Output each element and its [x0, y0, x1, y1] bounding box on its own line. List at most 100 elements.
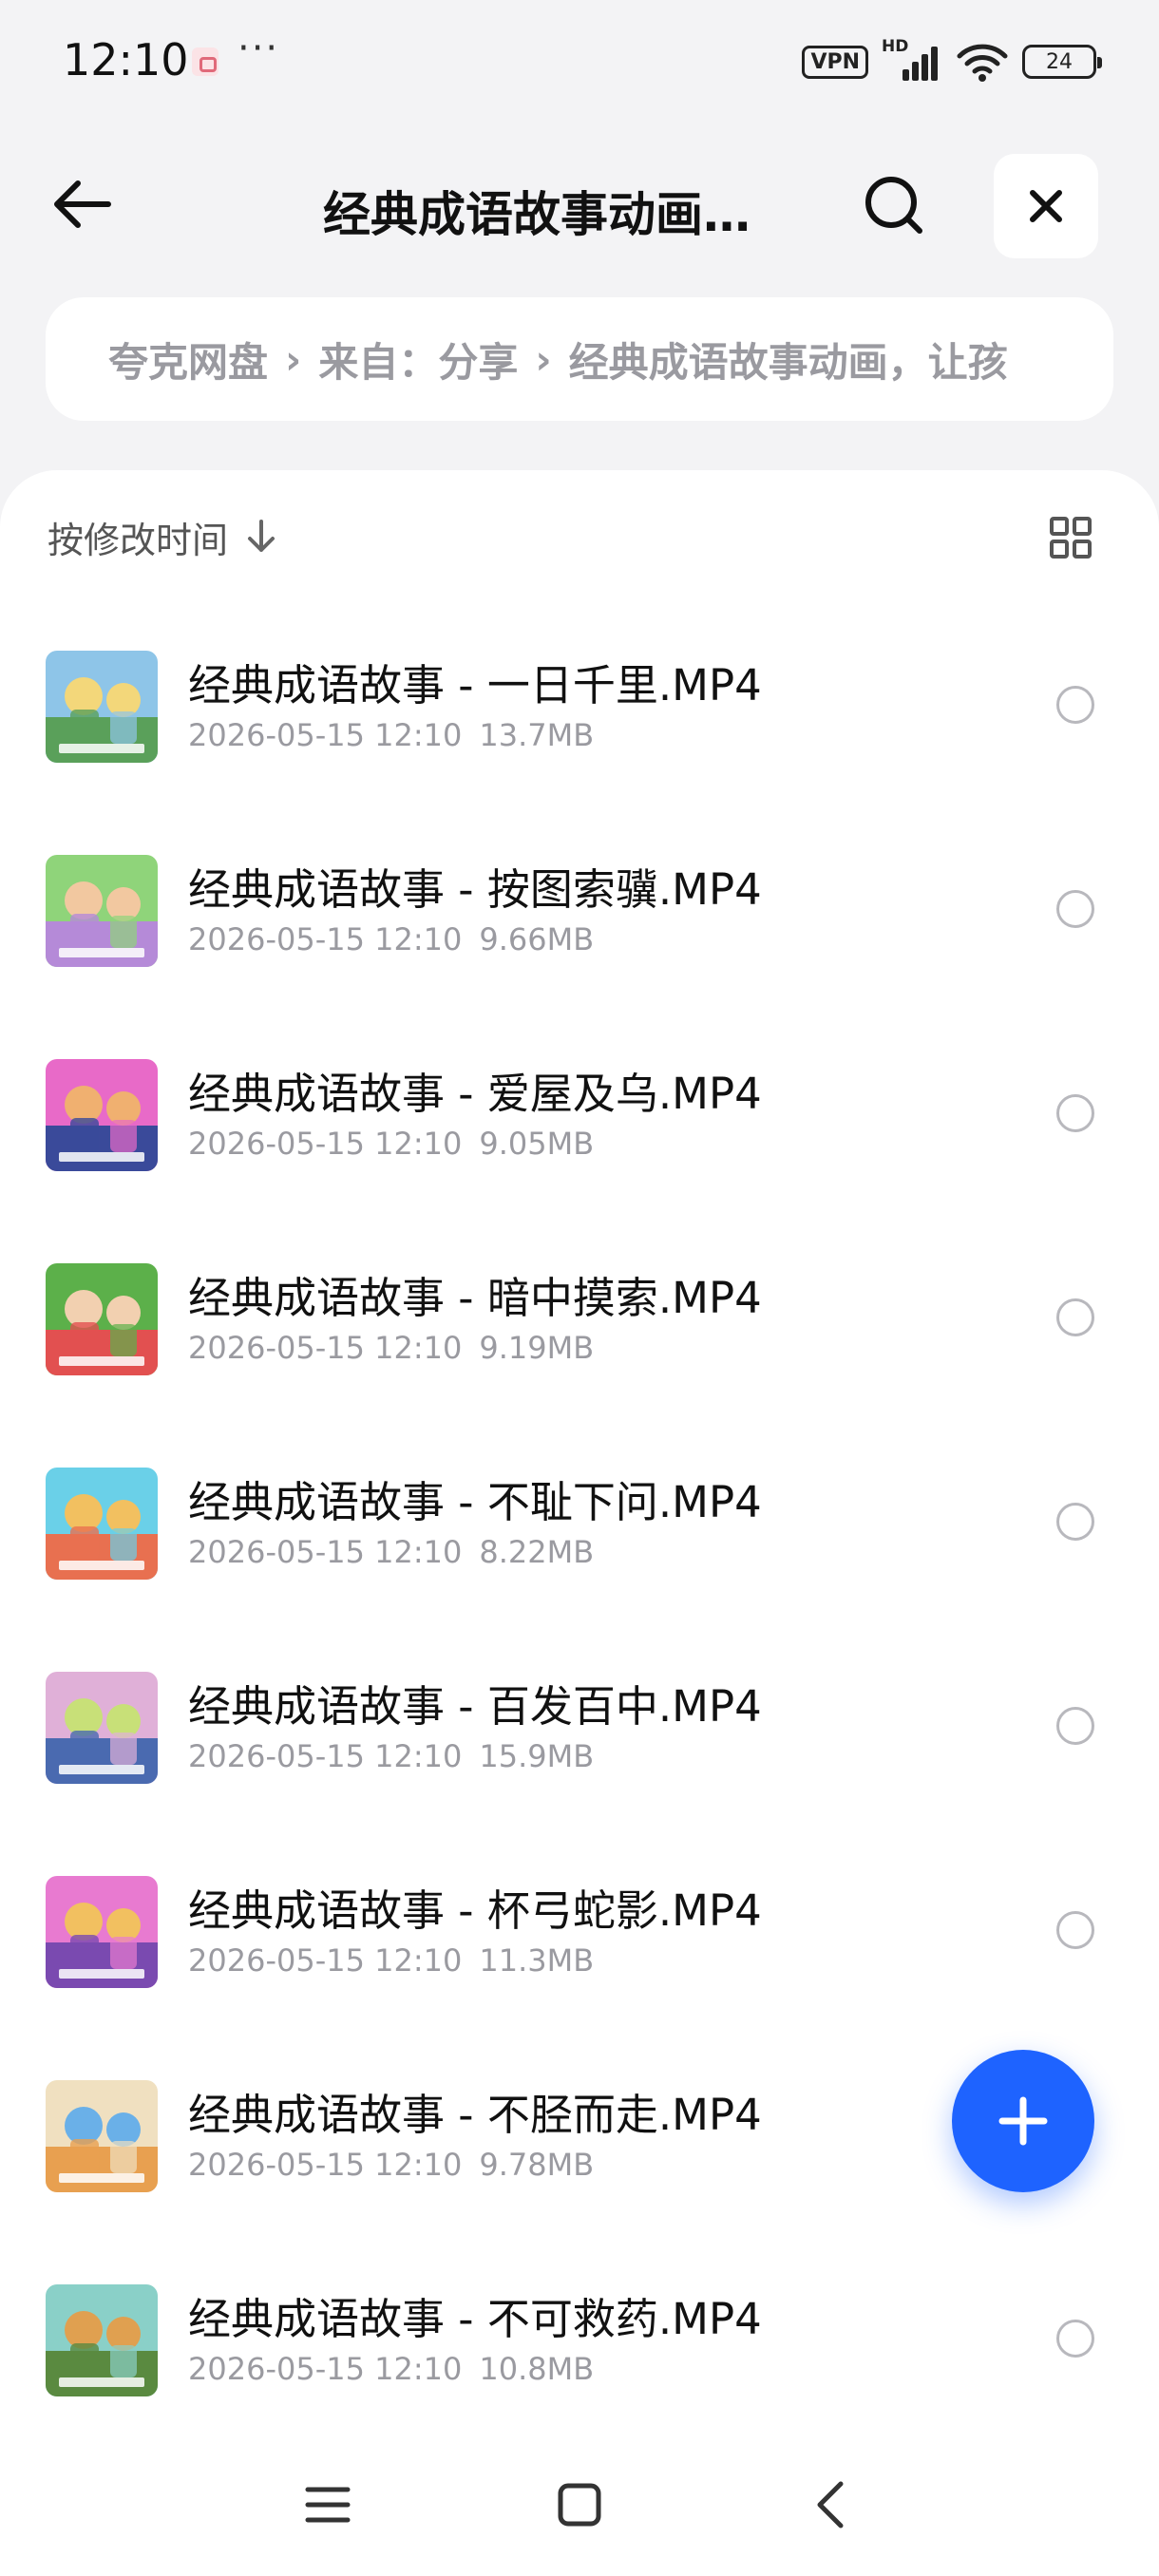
search-icon: [865, 177, 922, 234]
file-name: 经典成语故事 - 爱屋及乌.MP4: [188, 1069, 762, 1119]
close-icon: [1030, 190, 1062, 222]
breadcrumb-item-folder[interactable]: 经典成语故事动画，让孩: [569, 331, 1008, 388]
file-size: 9.66MB: [479, 921, 595, 957]
file-size: 13.7MB: [479, 717, 595, 753]
file-meta: 2026-05-15 12:10 13.7MB: [188, 717, 594, 753]
status-bar: 12:10 ··· VPN HD 24: [0, 0, 1159, 123]
video-thumbnail: [46, 1263, 158, 1375]
file-date: 2026-05-15 12:10: [188, 2147, 463, 2183]
file-name: 经典成语故事 - 按图索骥.MP4: [188, 864, 762, 915]
file-meta: 2026-05-15 12:10 10.8MB: [188, 2351, 594, 2387]
file-size: 9.05MB: [479, 1126, 595, 1162]
file-date: 2026-05-15 12:10: [188, 717, 463, 753]
sort-label: 按修改时间: [48, 519, 229, 561]
file-size: 10.8MB: [479, 2351, 595, 2387]
search-button[interactable]: [851, 169, 937, 241]
file-row[interactable]: 经典成语故事 - 爱屋及乌.MP4 2026-05-15 12:10 9.05MB: [0, 1059, 1159, 1263]
home-square-icon: [558, 2483, 601, 2527]
back-button[interactable]: [44, 171, 120, 237]
breadcrumb-item-share[interactable]: 来自：分享: [318, 331, 518, 388]
file-row[interactable]: 经典成语故事 - 暗中摸索.MP4 2026-05-15 12:10 9.19MB: [0, 1263, 1159, 1468]
file-size: 15.9MB: [479, 1738, 595, 1774]
file-size: 9.19MB: [479, 1330, 595, 1366]
file-size: 11.3MB: [479, 1942, 595, 1979]
breadcrumb: 夸克网盘 › 来自：分享 › 经典成语故事动画，让孩: [46, 297, 1113, 421]
more-notifications-icon: ···: [238, 27, 280, 70]
file-date: 2026-05-15 12:10: [188, 1534, 463, 1570]
file-name: 经典成语故事 - 不胫而走.MP4: [188, 2090, 762, 2140]
file-name: 经典成语故事 - 暗中摸索.MP4: [188, 1273, 762, 1323]
file-row[interactable]: 经典成语故事 - 不耻下问.MP4 2026-05-15 12:10 8.22MB: [0, 1468, 1159, 1672]
file-date: 2026-05-15 12:10: [188, 921, 463, 957]
file-name: 经典成语故事 - 不可救药.MP4: [188, 2294, 762, 2344]
file-size: 9.78MB: [479, 2147, 595, 2183]
file-size: 8.22MB: [479, 1534, 595, 1570]
file-date: 2026-05-15 12:10: [188, 1942, 463, 1979]
breadcrumb-item-root[interactable]: 夸克网盘: [108, 331, 268, 388]
status-icons: VPN HD 24: [802, 37, 1102, 85]
back-chevron-icon: [817, 2481, 844, 2529]
file-meta: 2026-05-15 12:10 9.66MB: [188, 921, 594, 957]
select-radio[interactable]: [1056, 1298, 1094, 1336]
video-thumbnail: [46, 1672, 158, 1784]
file-meta: 2026-05-15 12:10 9.78MB: [188, 2147, 594, 2183]
file-date: 2026-05-15 12:10: [188, 2351, 463, 2387]
file-meta: 2026-05-15 12:10 9.19MB: [188, 1330, 594, 1366]
select-radio[interactable]: [1056, 2320, 1094, 2358]
notification-app-icon: [192, 47, 218, 76]
file-meta: 2026-05-15 12:10 15.9MB: [188, 1738, 594, 1774]
video-thumbnail: [46, 2080, 158, 2192]
select-radio[interactable]: [1056, 686, 1094, 724]
file-name: 经典成语故事 - 杯弓蛇影.MP4: [188, 1885, 762, 1936]
battery-level: 24: [1046, 49, 1073, 74]
select-radio[interactable]: [1056, 1094, 1094, 1132]
select-radio[interactable]: [1056, 890, 1094, 928]
breadcrumb-separator-icon: ›: [285, 335, 302, 383]
file-date: 2026-05-15 12:10: [188, 1126, 463, 1162]
header: 经典成语故事动画…: [0, 142, 1159, 266]
file-name: 经典成语故事 - 百发百中.MP4: [188, 1681, 762, 1732]
file-meta: 2026-05-15 12:10 8.22MB: [188, 1534, 594, 1570]
arrow-down-icon: [248, 520, 276, 552]
breadcrumb-separator-icon: ›: [535, 335, 552, 383]
close-button[interactable]: [994, 154, 1098, 258]
menu-icon: [305, 2487, 351, 2523]
file-list: 经典成语故事 - 一日千里.MP4 2026-05-15 12:10 13.7MB 经…: [0, 651, 1159, 2489]
select-radio[interactable]: [1056, 1707, 1094, 1745]
battery-icon: 24: [1022, 45, 1102, 79]
select-radio[interactable]: [1056, 1503, 1094, 1541]
arrow-left-icon: [54, 180, 111, 228]
page-title: 经典成语故事动画…: [323, 187, 750, 242]
hd-label: HD: [882, 37, 909, 56]
wifi-icon: [957, 44, 1008, 82]
video-thumbnail: [46, 2284, 158, 2396]
status-time: 12:10: [63, 34, 189, 85]
select-radio[interactable]: [1056, 1911, 1094, 1949]
add-button[interactable]: [952, 2050, 1094, 2192]
file-row[interactable]: 经典成语故事 - 百发百中.MP4 2026-05-15 12:10 15.9MB: [0, 1672, 1159, 1876]
file-row[interactable]: 经典成语故事 - 杯弓蛇影.MP4 2026-05-15 12:10 11.3MB: [0, 1876, 1159, 2080]
system-back-button[interactable]: [798, 2472, 864, 2538]
cell-signal-icon: HD: [882, 37, 942, 83]
screen: 12:10 ··· VPN HD 24 经典成语故事动画… 夸克网盘 › 来自：…: [0, 0, 1159, 2576]
vpn-icon: VPN: [802, 45, 868, 79]
menu-button[interactable]: [294, 2472, 361, 2538]
plus-icon: [998, 2096, 1048, 2146]
file-meta: 2026-05-15 12:10 9.05MB: [188, 1126, 594, 1162]
file-name: 经典成语故事 - 一日千里.MP4: [188, 660, 762, 710]
file-date: 2026-05-15 12:10: [188, 1330, 463, 1366]
video-thumbnail: [46, 1876, 158, 1988]
video-thumbnail: [46, 651, 158, 763]
system-nav-bar: [0, 2434, 1159, 2576]
file-row[interactable]: 经典成语故事 - 按图索骥.MP4 2026-05-15 12:10 9.66MB: [0, 855, 1159, 1059]
video-thumbnail: [46, 1468, 158, 1580]
file-panel: 按修改时间 经典成语故事 - 一日千里.MP4 2026-05-15 12:10 1…: [0, 470, 1159, 2576]
grid-view-icon[interactable]: [1049, 516, 1092, 559]
file-meta: 2026-05-15 12:10 11.3MB: [188, 1942, 594, 1979]
video-thumbnail: [46, 855, 158, 967]
file-row[interactable]: 经典成语故事 - 一日千里.MP4 2026-05-15 12:10 13.7MB: [0, 651, 1159, 855]
file-date: 2026-05-15 12:10: [188, 1738, 463, 1774]
sort-button[interactable]: 按修改时间: [48, 508, 277, 565]
home-button[interactable]: [546, 2472, 613, 2538]
file-name: 经典成语故事 - 不耻下问.MP4: [188, 1477, 762, 1527]
